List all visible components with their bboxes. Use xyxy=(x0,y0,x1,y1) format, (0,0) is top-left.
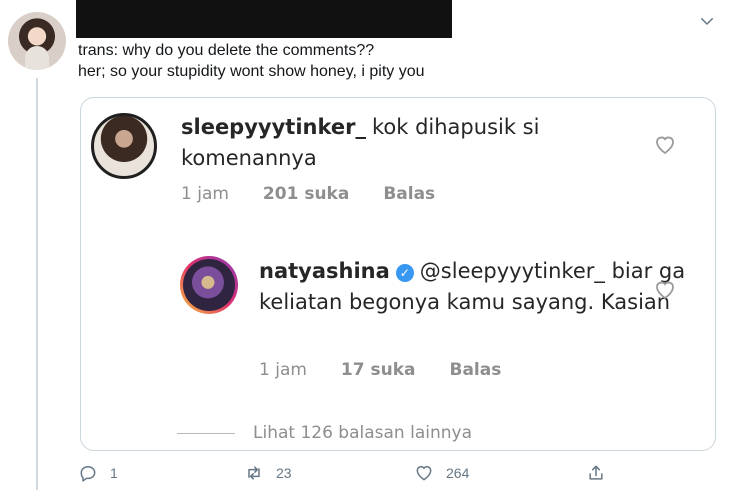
author-avatar[interactable] xyxy=(8,12,66,70)
reply-count: 1 xyxy=(110,465,118,481)
reply-meta: 1 jam 17 suka Balas xyxy=(259,360,535,380)
view-more-divider xyxy=(177,432,235,434)
reply-text: natyashina ✓ @sleepyyytinker_ biar ga keli… xyxy=(259,256,699,318)
chevron-down-icon[interactable] xyxy=(698,12,716,30)
comment-reply-label: Balas xyxy=(383,184,436,204)
tweet-actions: 1 23 264 xyxy=(78,463,618,489)
comment-time: 1 jam xyxy=(181,184,229,204)
reply-button[interactable]: 1 xyxy=(78,463,118,483)
comment-text: sleepyyytinker_ kok dihapusik si komenann… xyxy=(181,112,661,174)
reply-mention: @sleepyyytinker_ xyxy=(419,259,605,283)
comment-meta: 1 jam 201 suka Balas xyxy=(181,184,469,204)
tweet-text: trans: why do you delete the comments?? … xyxy=(78,40,718,82)
reply-reply-label: Balas xyxy=(449,360,502,380)
retweet-icon xyxy=(248,466,260,480)
like-count: 264 xyxy=(446,465,470,481)
embedded-image[interactable]: sleepyyytinker_ kok dihapusik si komenann… xyxy=(80,97,716,451)
reply-icon xyxy=(80,466,96,482)
thread-line xyxy=(36,78,38,490)
tweet-line-2: her; so your stupidity wont show honey, … xyxy=(78,63,425,80)
retweet-button[interactable]: 23 xyxy=(244,463,292,483)
reply-avatar xyxy=(180,256,238,314)
like-button[interactable]: 264 xyxy=(414,463,469,483)
verified-badge-icon: ✓ xyxy=(395,264,414,282)
reply-time: 1 jam xyxy=(259,360,307,380)
redacted-author-name xyxy=(76,0,452,38)
heart-icon xyxy=(416,466,432,481)
reply-heart-icon xyxy=(653,278,677,300)
share-button[interactable] xyxy=(586,463,618,483)
tweet-line-1: trans: why do you delete the comments?? xyxy=(78,42,375,59)
view-more-replies: Lihat 126 balasan lainnya xyxy=(177,423,472,443)
comment-heart-icon xyxy=(653,133,677,155)
reply-username: natyashina xyxy=(259,259,390,283)
retweet-count: 23 xyxy=(276,465,292,481)
reply-likes: 17 suka xyxy=(340,360,416,380)
view-more-label: Lihat 126 balasan lainnya xyxy=(253,423,472,443)
comment-username: sleepyyytinker_ xyxy=(181,115,366,139)
comment-likes: 201 suka xyxy=(262,184,350,204)
commenter-avatar xyxy=(91,113,157,179)
share-icon xyxy=(589,465,603,480)
